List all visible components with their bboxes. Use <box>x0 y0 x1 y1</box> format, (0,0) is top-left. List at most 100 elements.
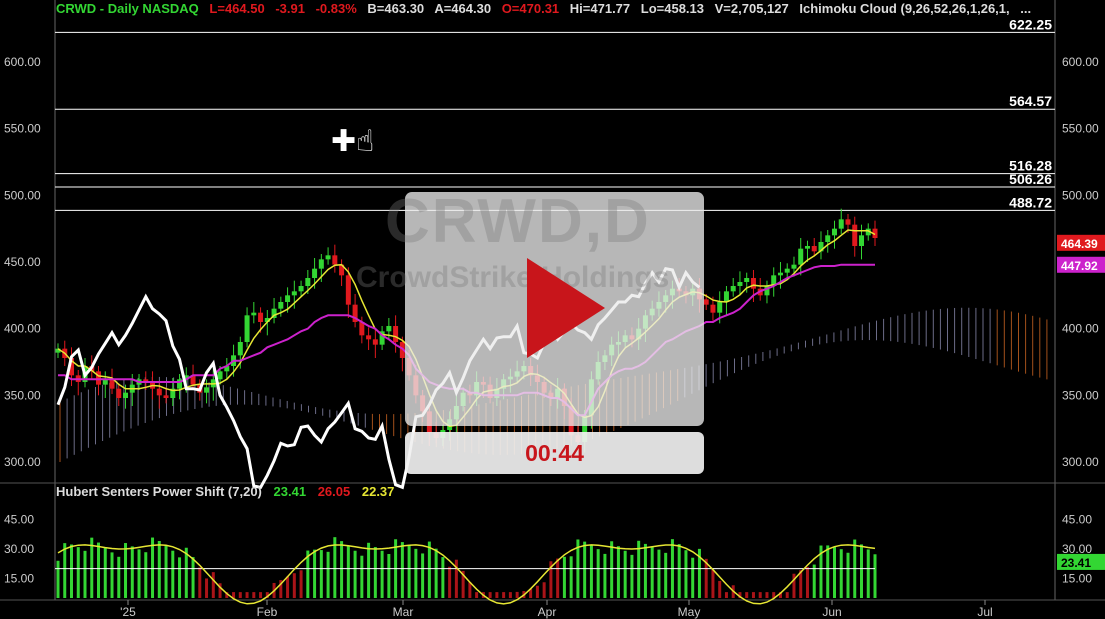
indicator-name: Hubert Senters Power Shift (7,20) <box>56 484 262 499</box>
candle-body <box>858 235 864 246</box>
time-label: May <box>678 605 701 619</box>
level-label: 622.25 <box>1009 16 1052 32</box>
candle-body <box>393 326 399 342</box>
candle-body <box>784 268 790 273</box>
candle-body <box>710 304 716 313</box>
ask-price: A=464.30 <box>434 1 492 16</box>
candle-body <box>156 388 162 396</box>
time-label: Apr <box>538 605 557 619</box>
indicator-value-yellow: 22.37 <box>361 484 395 499</box>
price-tick-left: 300.00 <box>4 455 41 469</box>
watermark-company: CrowdStrike Holdings <box>356 261 670 294</box>
indicator-badge: 23.41 <box>1061 556 1091 570</box>
candle-body <box>750 278 756 289</box>
play-icon[interactable] <box>527 258 607 358</box>
candle-body <box>845 219 851 225</box>
time-label: Mar <box>393 605 414 619</box>
hand-cursor-icon: ✚☝ <box>331 125 375 158</box>
candle-body <box>285 295 291 302</box>
last-price-badge: 464.39 <box>1061 237 1098 251</box>
price-tick-right: 400.00 <box>1062 322 1099 336</box>
level-label: 564.57 <box>1009 93 1052 109</box>
price-tick-right: 500.00 <box>1062 188 1099 202</box>
kijun-badge: 447.92 <box>1061 259 1098 273</box>
time-label: Jun <box>822 605 841 619</box>
candle-body <box>852 224 858 246</box>
candle-body <box>838 219 844 229</box>
candle-body <box>244 315 250 342</box>
indicator-value-green: 23.41 <box>273 484 307 499</box>
chart-window[interactable]: 622.25 564.57 516.28 506.26 488.72 600.00 600.… <box>0 0 1105 619</box>
candle-body <box>163 395 169 398</box>
candle-body <box>345 275 351 305</box>
price-tick-left: 600.00 <box>4 55 41 69</box>
indicator-tick-left: 45.00 <box>4 513 34 527</box>
indicator-tick-right: 15.00 <box>1062 571 1092 585</box>
price-tick-right: 550.00 <box>1062 122 1099 136</box>
indicator-tick-right: 45.00 <box>1062 513 1092 527</box>
symbol-header: CRWD - Daily NASDAQ L=464.50 -3.91 -0.83… <box>56 1 1038 16</box>
candle-body <box>737 282 743 286</box>
video-timer[interactable]: 00:44 <box>405 432 704 474</box>
candle-body <box>251 312 257 316</box>
candle-body <box>831 228 837 236</box>
candle-body <box>217 371 223 380</box>
watermark-ticker: CRWD,D <box>385 187 651 256</box>
candle-body <box>798 248 804 265</box>
candle-body <box>717 302 723 313</box>
open-price: O=470.31 <box>501 1 560 16</box>
candle-body <box>204 387 210 393</box>
candle-body <box>825 235 831 242</box>
level-label: 506.26 <box>1009 171 1052 187</box>
candle-body <box>811 246 817 252</box>
candle-body <box>366 335 372 340</box>
time-label: '25 <box>120 605 136 619</box>
price-tick-right: 300.00 <box>1062 455 1099 469</box>
candle-body <box>703 299 709 305</box>
price-change: -3.91 <box>275 1 305 16</box>
indicator-tick-right: 30.00 <box>1062 542 1092 556</box>
study-more: ... <box>1020 1 1032 16</box>
candle-body <box>109 379 115 389</box>
candle-body <box>258 312 264 322</box>
candle-body <box>744 278 750 282</box>
candle-body <box>804 246 810 249</box>
low-price: Lo=458.13 <box>640 1 705 16</box>
indicator-value-red: 26.05 <box>317 484 351 499</box>
indicator-tick-left: 30.00 <box>4 542 34 556</box>
price-change-pct: -0.83% <box>315 1 357 16</box>
candle-body <box>723 291 729 302</box>
price-tick-left: 500.00 <box>4 188 41 202</box>
candle-body <box>291 291 297 296</box>
candle-body <box>332 255 338 265</box>
candle-body <box>123 392 129 398</box>
candle-body <box>318 259 324 269</box>
power-shift-histogram <box>56 537 877 598</box>
candle-body <box>386 326 392 332</box>
indicator-header: Hubert Senters Power Shift (7,20) 23.41 … <box>56 484 402 499</box>
bid-price: B=463.30 <box>367 1 425 16</box>
indicator-tick-left: 15.00 <box>4 571 34 585</box>
study-label: Ichimoku Cloud (9,26,52,26,1,26,1, <box>799 1 1010 16</box>
price-tick-left: 350.00 <box>4 388 41 402</box>
candle-body <box>791 264 797 269</box>
candle-body <box>298 286 304 292</box>
last-price: L=464.50 <box>209 1 265 16</box>
price-tick-right: 350.00 <box>1062 388 1099 402</box>
candle-body <box>237 342 243 356</box>
candle-body <box>372 339 378 345</box>
candle-body <box>312 268 318 278</box>
candle-body <box>96 371 102 385</box>
time-label: Feb <box>257 605 278 619</box>
candle-body <box>325 255 331 260</box>
symbol-label: CRWD - Daily NASDAQ <box>56 1 199 16</box>
candle-body <box>730 286 736 292</box>
price-tick-left: 450.00 <box>4 255 41 269</box>
volume-label: V=2,705,127 <box>714 1 789 16</box>
candle-body <box>777 272 783 276</box>
price-tick-right: 600.00 <box>1062 55 1099 69</box>
price-tick-left: 550.00 <box>4 122 41 136</box>
candle-body <box>116 388 122 398</box>
candle-body <box>305 278 311 286</box>
high-price: Hi=471.77 <box>569 1 631 16</box>
